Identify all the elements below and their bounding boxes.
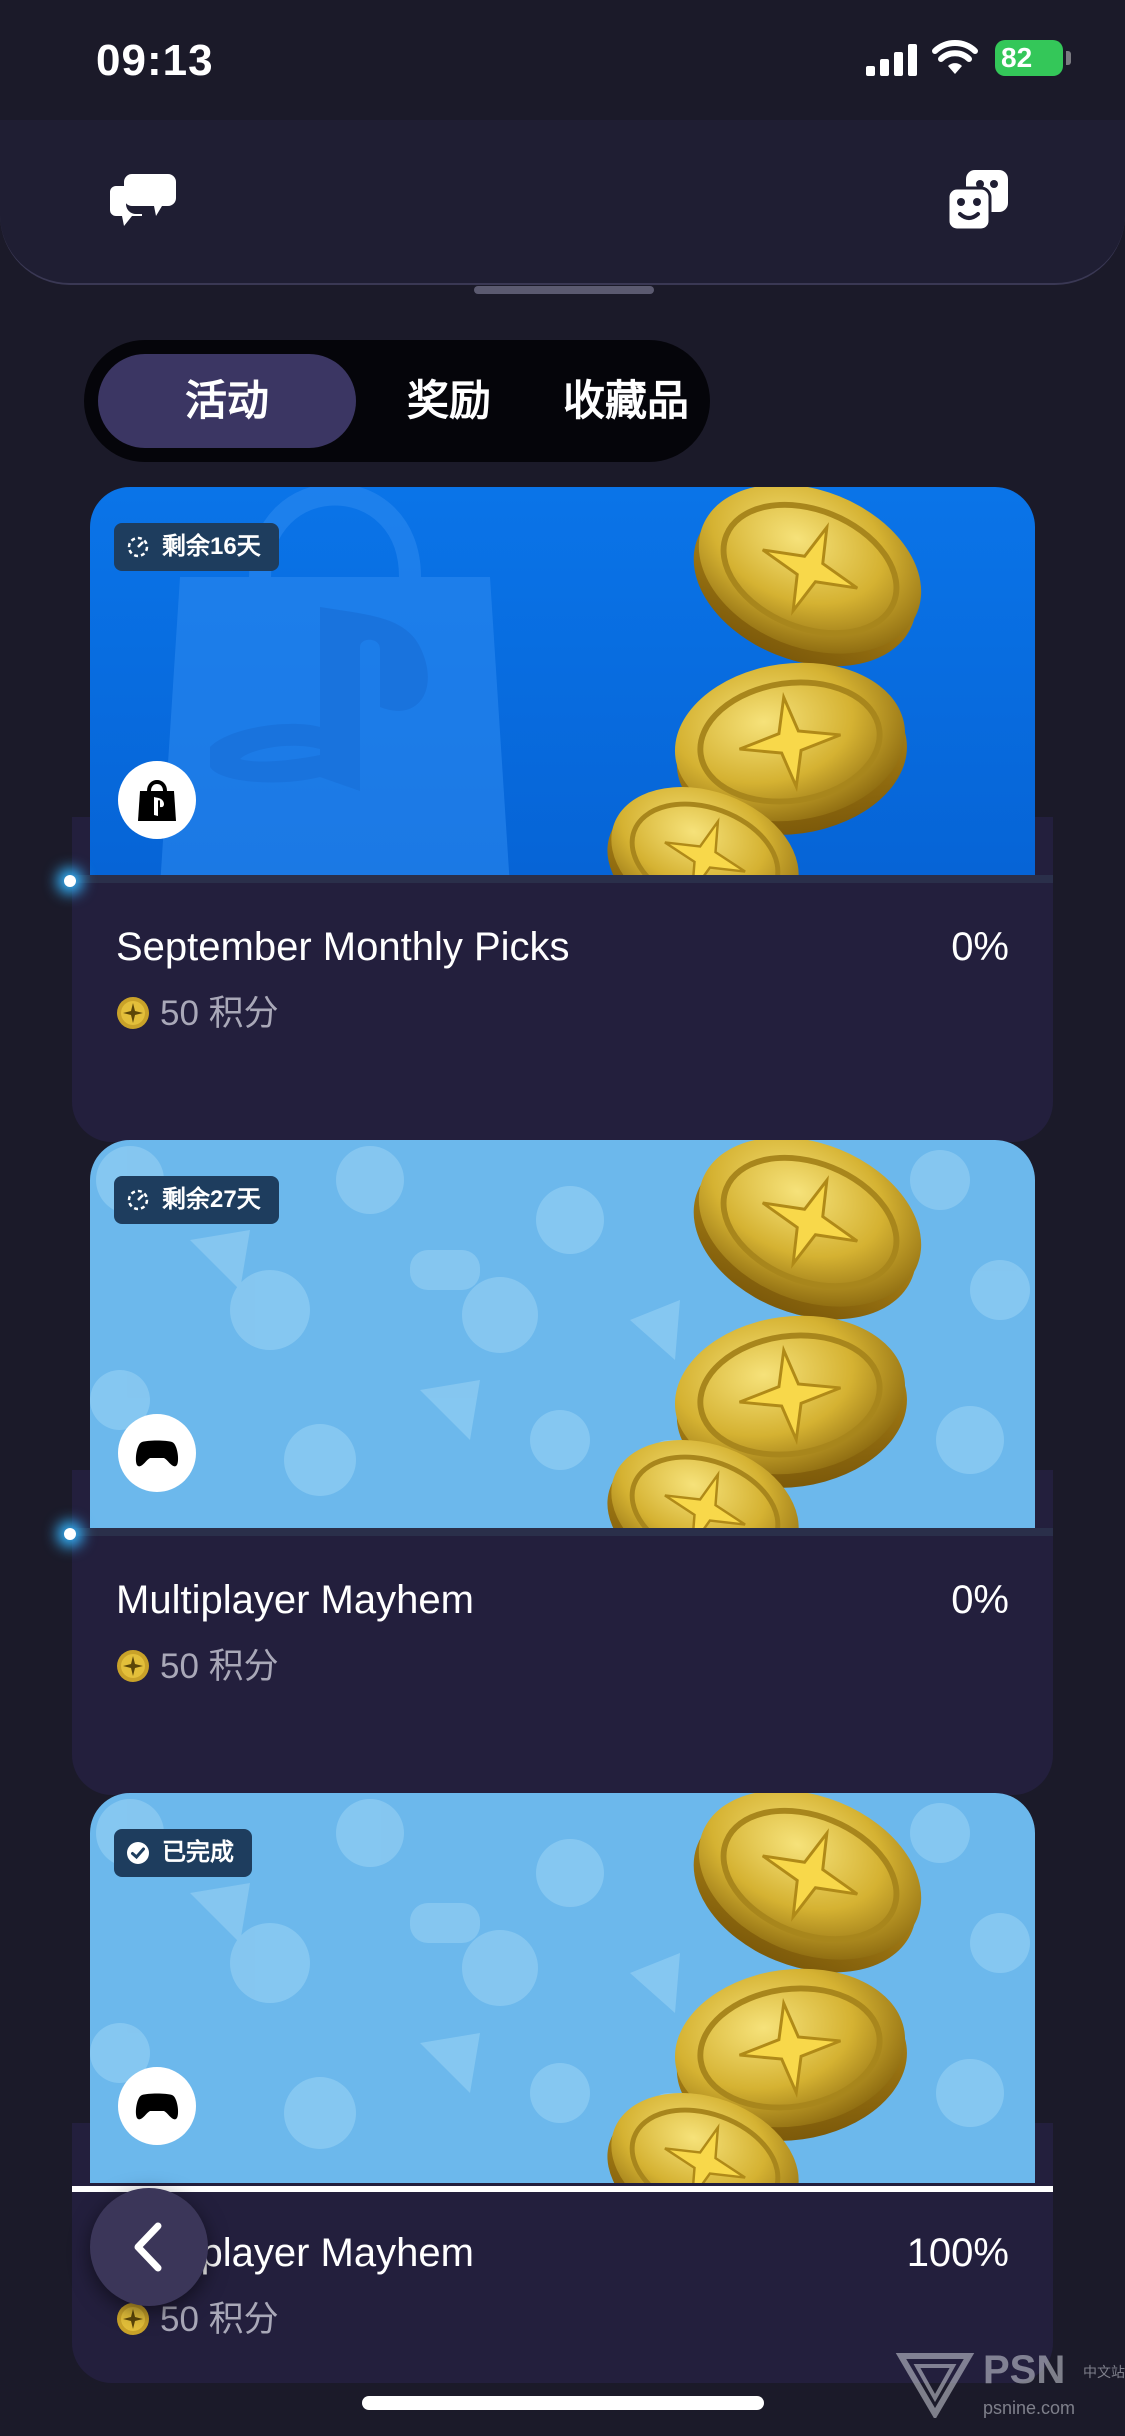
points-coin-icon	[117, 2302, 149, 2335]
back-button[interactable]	[90, 2188, 208, 2306]
tab-collectibles[interactable]: 收藏品	[548, 354, 704, 448]
home-indicator[interactable]	[362, 2396, 764, 2410]
badge-label: 剩余27天	[162, 1186, 261, 1213]
card-title: September Monthly Picks	[116, 925, 570, 969]
controller-icon	[135, 2093, 179, 2120]
card-progress-percent: 0%	[951, 1578, 1009, 1622]
watermark-sub: 中文站	[1083, 2364, 1125, 2380]
game-icon	[118, 761, 196, 839]
new-indicator-dot	[64, 1528, 76, 1540]
badge-label: 已完成	[162, 1839, 234, 1866]
card-banner: 已完成	[90, 1793, 1035, 2183]
chat-bubbles-icon[interactable]	[110, 170, 176, 226]
psnine-logo-icon	[895, 2353, 975, 2418]
campaign-card[interactable]: 剩余16天 September Monthly Picks 0% 50 积分	[64, 487, 1053, 1142]
card-divider	[72, 1528, 1053, 1536]
timer-icon	[127, 536, 149, 558]
card-banner: 剩余16天	[90, 487, 1035, 877]
timer-icon	[127, 1189, 149, 1211]
controller-icon	[135, 1440, 179, 1467]
time-remaining-badge: 剩余27天	[114, 1176, 279, 1224]
time-remaining-badge: 剩余16天	[114, 523, 279, 571]
tab-rewards[interactable]: 奖励	[350, 354, 548, 448]
card-title: Multiplayer Mayhem	[116, 1578, 474, 1622]
status-time: 09:13	[96, 36, 214, 85]
watermark-brand: PSN	[983, 2348, 1066, 2392]
campaign-card[interactable]: 已完成 Multiplayer Mayhem 100% 50 积分	[72, 1793, 1053, 2383]
tab-activities[interactable]: 活动	[98, 354, 356, 448]
game-icon	[118, 1414, 196, 1492]
sheet-grabber[interactable]	[474, 286, 654, 294]
tab-bar: 活动 奖励 收藏品	[84, 340, 710, 462]
points-coin-icon	[117, 996, 149, 1029]
ps-store-bag-icon	[138, 780, 176, 821]
card-points-label: 50 积分	[160, 1647, 279, 1686]
watermark-domain: psnine.com	[983, 2398, 1076, 2418]
status-bar: 09:13 82	[0, 0, 1125, 120]
psnine-watermark: PSN 中文站 psnine.com	[895, 2348, 1125, 2428]
check-circle-icon	[127, 1842, 149, 1864]
card-progress-percent: 0%	[951, 925, 1009, 969]
wifi-icon	[932, 40, 978, 74]
card-points-label: 50 积分	[160, 994, 279, 1033]
points-coin-icon	[117, 1649, 149, 1682]
chevron-left-icon	[134, 2222, 162, 2272]
card-points: 50 积分	[116, 1638, 279, 1689]
card-points: 50 积分	[116, 985, 279, 1036]
cellular-signal-icon	[866, 44, 917, 76]
battery-icon: 82	[995, 40, 1071, 76]
campaign-card[interactable]: 剩余27天 Multiplayer Mayhem 0% 50 积分	[64, 1140, 1053, 1795]
battery-level: 82	[1001, 42, 1033, 73]
card-progress-percent: 100%	[906, 2231, 1009, 2275]
new-indicator-dot	[64, 875, 76, 887]
card-banner: 剩余27天	[90, 1140, 1035, 1530]
game-icon	[118, 2067, 196, 2145]
completed-badge: 已完成	[114, 1829, 252, 1877]
dice-icon[interactable]	[948, 170, 1008, 230]
badge-label: 剩余16天	[162, 533, 261, 560]
card-divider	[72, 875, 1053, 883]
card-points-label: 50 积分	[160, 2300, 279, 2339]
card-divider-highlight	[72, 2186, 1053, 2192]
